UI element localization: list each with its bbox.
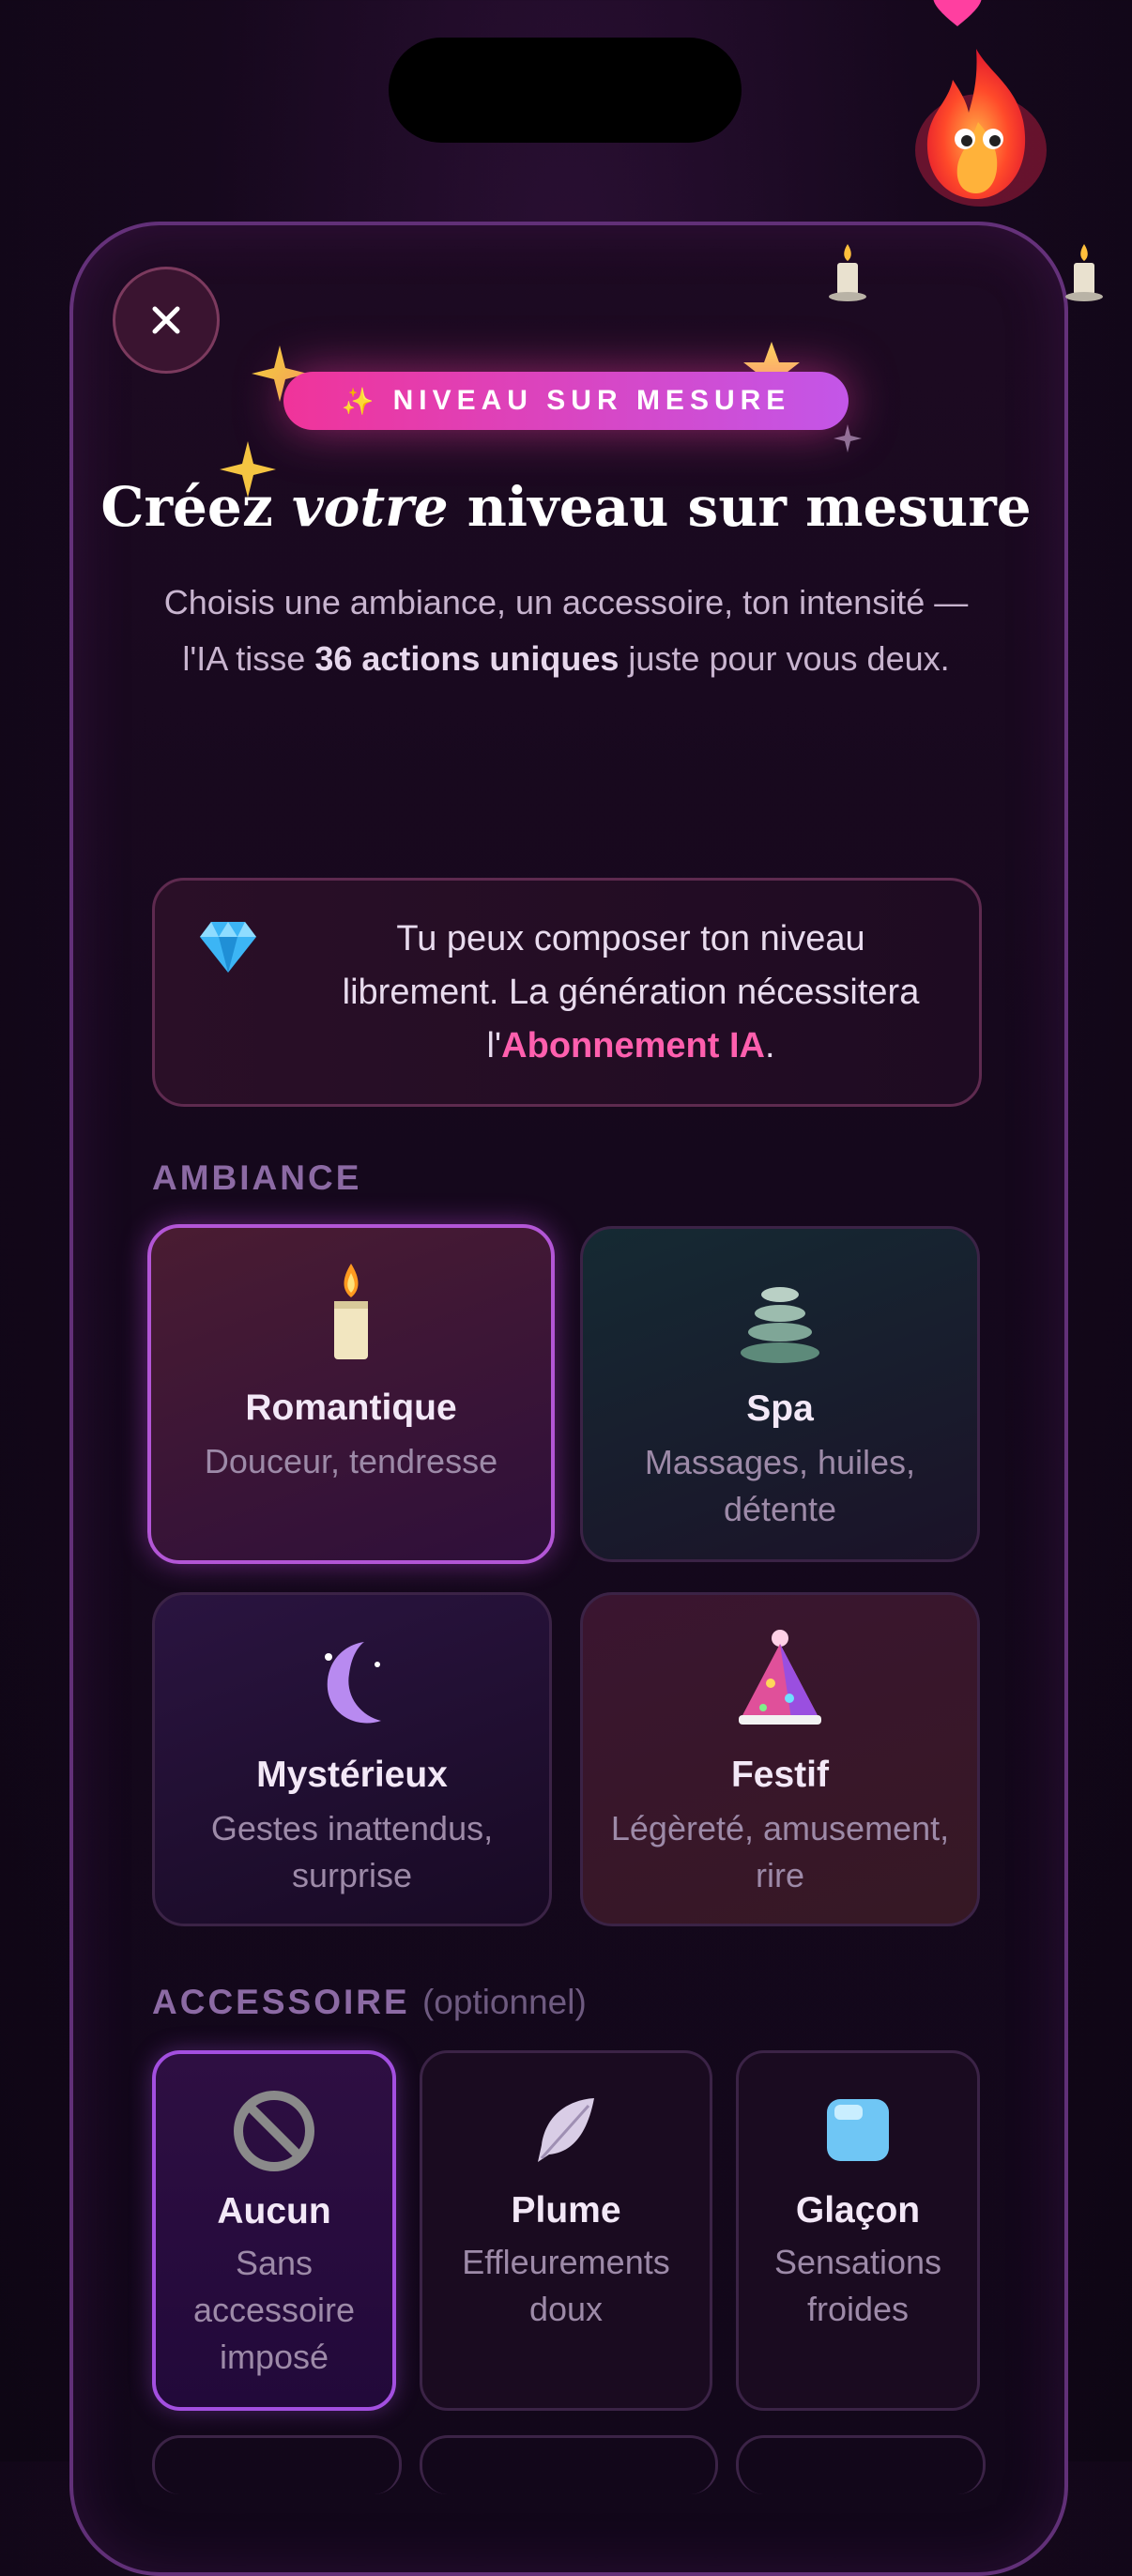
sparkles-icon: ✨ (341, 386, 375, 416)
page-subtitle: Choisis une ambiance, un accessoire, ton… (150, 575, 982, 687)
moon-icon (325, 1642, 381, 1724)
tile-title: Mystérieux (256, 1755, 448, 1795)
flame-mascot-icon (915, 49, 1047, 207)
ice-cube-icon (827, 2099, 889, 2161)
accessoire-tile-partial[interactable] (736, 2435, 986, 2494)
accessoire-tile-glacon[interactable]: Glaçon Sensations froides (736, 2050, 980, 2411)
tile-description: Gestes inattendus, surprise (210, 1809, 494, 1894)
subtitle-bold: 36 actions uniques (314, 639, 620, 678)
notice-text-part2: . (764, 1026, 775, 1066)
candle-icon (829, 244, 866, 301)
accessoire-tile-partial[interactable] (152, 2435, 402, 2494)
ambiance-tile-romantique[interactable]: Romantique Douceur, tendresse (147, 1224, 555, 1564)
sparkle-icon (834, 424, 862, 452)
tile-title: Glaçon (795, 2190, 921, 2231)
optional-hint: (optionnel) (421, 1983, 587, 2021)
notice-text: Tu peux composer ton niveau librement. L… (320, 912, 941, 1073)
stones-icon (741, 1287, 819, 1363)
ambiance-tile-festif[interactable]: Festif Légèreté, amusement, rire (580, 1592, 980, 1926)
candle-icon (1065, 244, 1103, 301)
accessoire-label-text: ACCESSOIRE (152, 1983, 410, 2021)
candle-icon (334, 1264, 368, 1359)
heart-icon (933, 0, 982, 26)
close-button[interactable] (113, 267, 220, 374)
ambiance-tile-mysterieux[interactable]: Mystérieux Gestes inattendus, surprise (152, 1592, 552, 1926)
dynamic-island (389, 38, 742, 143)
title-part1: Créez (100, 475, 292, 539)
tile-title: Plume (511, 2190, 621, 2231)
tile-title: Spa (746, 1388, 814, 1429)
feather-icon (538, 2098, 594, 2162)
party-hat-icon (739, 1630, 821, 1725)
no-entry-icon (234, 2091, 314, 2171)
close-icon (152, 306, 180, 334)
page-title: Créez votre niveau sur mesure (0, 475, 1132, 539)
title-part2: niveau sur mesure (448, 475, 1032, 539)
level-badge: ✨ NIVEAU SUR MESURE (283, 372, 849, 430)
accessoire-tile-partial[interactable] (420, 2435, 718, 2494)
tile-description: Massages, huiles, détente (644, 1443, 916, 1528)
title-italic: votre (291, 475, 449, 539)
accessoire-label: ACCESSOIRE (optionnel) (152, 1983, 587, 2022)
subscription-link[interactable]: Abonnement IA (501, 1026, 765, 1066)
badge-label: NIVEAU SUR MESURE (392, 385, 791, 416)
tile-description: Sensations froides (773, 2243, 942, 2328)
ambiance-label: AMBIANCE (152, 1158, 362, 1197)
tile-description: Effleurements doux (462, 2243, 670, 2328)
tile-title: Festif (730, 1755, 829, 1795)
accessoire-tile-aucun[interactable]: Aucun Sans accessoire imposé (152, 2050, 396, 2411)
ambiance-tile-spa[interactable]: Spa Massages, huiles, détente (580, 1226, 980, 1562)
tile-description: Sans accessoire imposé (192, 2244, 356, 2376)
gem-icon (200, 922, 256, 973)
subscription-notice: Tu peux composer ton niveau librement. L… (152, 878, 982, 1107)
tile-description: Douceur, tendresse (204, 1442, 498, 1480)
tile-title: Romantique (245, 1388, 457, 1428)
subtitle-part2: juste pour vous deux. (619, 639, 950, 678)
accessoire-tile-plume[interactable]: Plume Effleurements doux (420, 2050, 712, 2411)
tile-description: Légèreté, amusement, rire (610, 1809, 950, 1894)
tile-title: Aucun (217, 2191, 331, 2231)
